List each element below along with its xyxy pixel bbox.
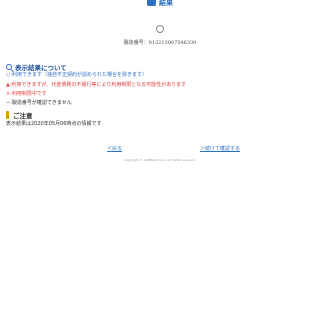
- serial-number-text: 製造番号：013213007546330: [123, 40, 197, 46]
- about-results-heading: 表示結果について: [6, 62, 67, 72]
- page: 結果 製造番号：013213007546330 表示結果について ○:利用できま…: [0, 0, 320, 320]
- notice-title: ご注意: [13, 112, 33, 120]
- legend-line-restricted: ×:利用制限中です: [6, 91, 47, 97]
- continue-check-link[interactable]: ＞続けて確認する: [200, 145, 240, 152]
- back-link[interactable]: ＜戻る: [107, 145, 122, 152]
- search-icon: [6, 64, 12, 70]
- legend-line-available: ○:利用できます（独自不正契約が認められた場合を除きます）: [6, 72, 148, 78]
- notice-heading: ご注意: [6, 110, 33, 120]
- legend-line-may-be-restricted: ▲:利用できますが、代金債務の不履行等により利用制限となる可能性があります: [6, 82, 187, 88]
- legend-line-unconfirmed: −:製造番号が確認できません: [6, 100, 72, 106]
- page-title: 結果: [159, 0, 173, 7]
- header-icon: [147, 0, 156, 6]
- warning-icon: [6, 111, 9, 119]
- about-results-title: 表示結果について: [15, 64, 67, 72]
- result-circle-icon: [156, 25, 164, 33]
- copyright-text: Copyright © SoftBank Corp. All rights re…: [124, 158, 196, 162]
- page-header: 結果: [0, 0, 320, 14]
- notice-text: 表示結果は2020年05月06時点の情報です: [6, 121, 102, 127]
